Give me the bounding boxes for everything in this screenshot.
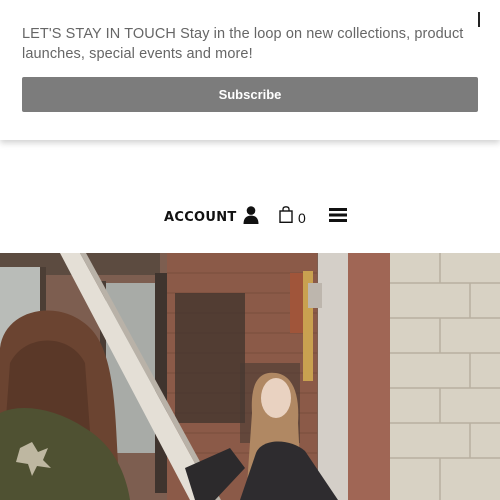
subscribe-button[interactable]: Subscribe bbox=[22, 77, 478, 112]
hero-image bbox=[0, 253, 500, 500]
account-link[interactable]: ACCOUNT bbox=[164, 210, 237, 225]
hamburger-menu-icon[interactable] bbox=[329, 208, 347, 222]
newsletter-text: LET'S STAY IN TOUCH Stay in the loop on … bbox=[22, 26, 464, 62]
cart-count[interactable]: 0 bbox=[298, 210, 306, 226]
newsletter-banner: LET'S STAY IN TOUCH Stay in the loop on … bbox=[0, 0, 500, 140]
user-icon[interactable] bbox=[243, 206, 259, 224]
shopping-bag-icon[interactable] bbox=[279, 206, 293, 223]
site-header: ACCOUNT 0 bbox=[0, 140, 500, 253]
